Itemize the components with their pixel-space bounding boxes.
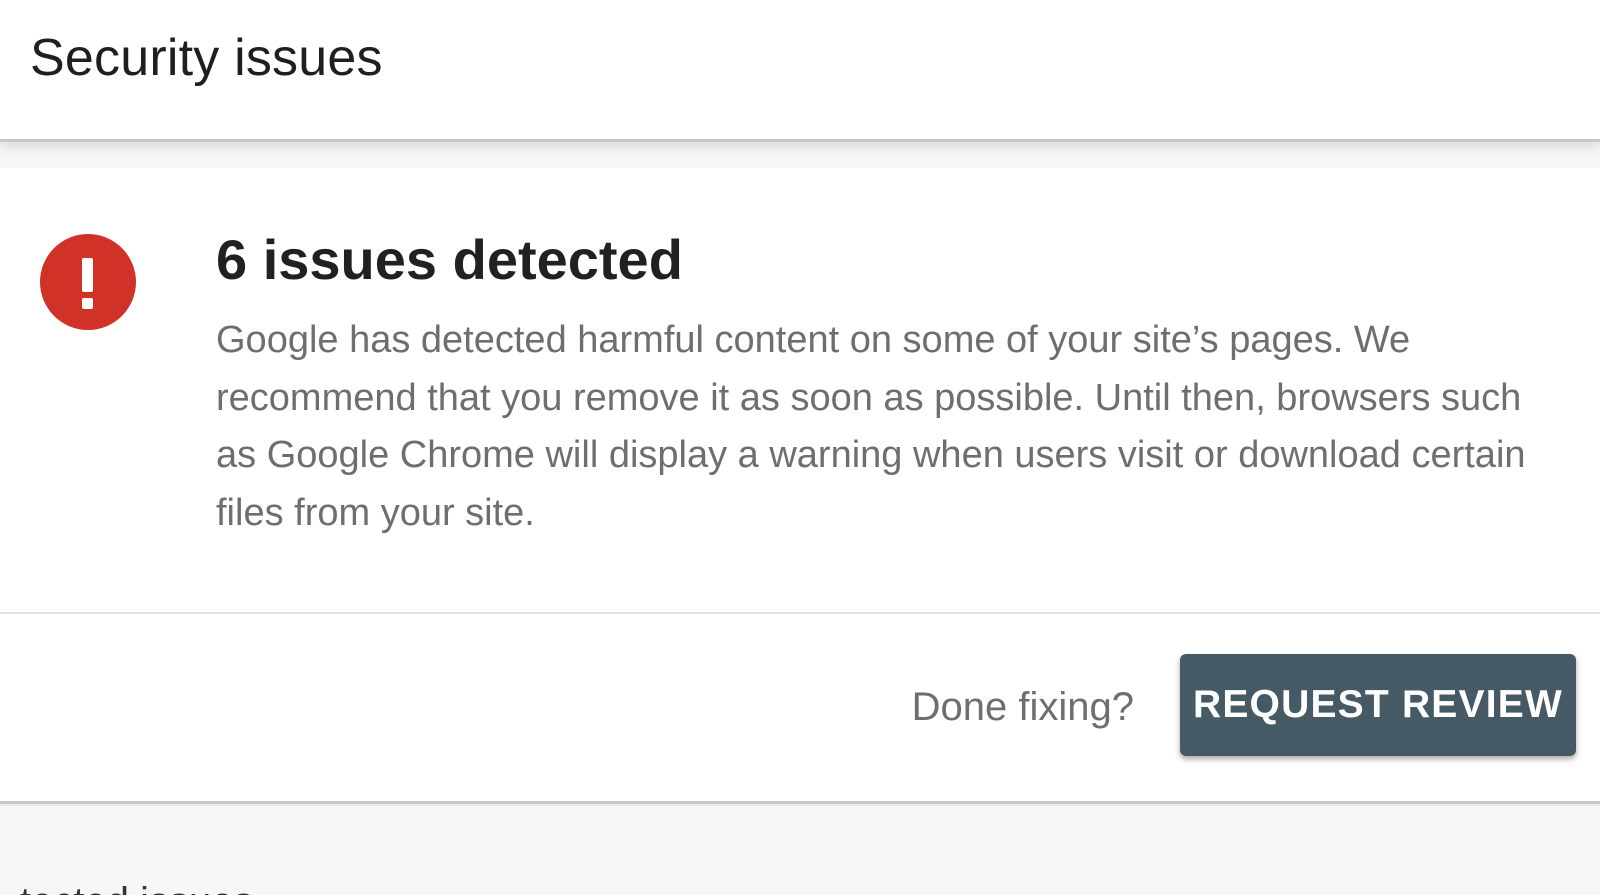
request-review-button[interactable]: REQUEST REVIEW <box>1180 654 1576 756</box>
next-section-heading: tected issues <box>20 878 253 895</box>
security-issues-card: 6 issues detected Google has detected ha… <box>0 168 1600 804</box>
page-title: Security issues <box>30 29 383 87</box>
next-section: tected issues <box>0 806 1600 895</box>
page-header: Security issues <box>0 0 1600 142</box>
card-footer: Done fixing? REQUEST REVIEW <box>0 614 1600 804</box>
issues-description: Google has detected harmful content on s… <box>216 319 1526 534</box>
error-circle-icon <box>40 234 136 330</box>
issues-count-heading: 6 issues detected <box>216 228 683 291</box>
done-fixing-label: Done fixing? <box>911 685 1134 729</box>
exclamation-icon <box>82 258 93 309</box>
